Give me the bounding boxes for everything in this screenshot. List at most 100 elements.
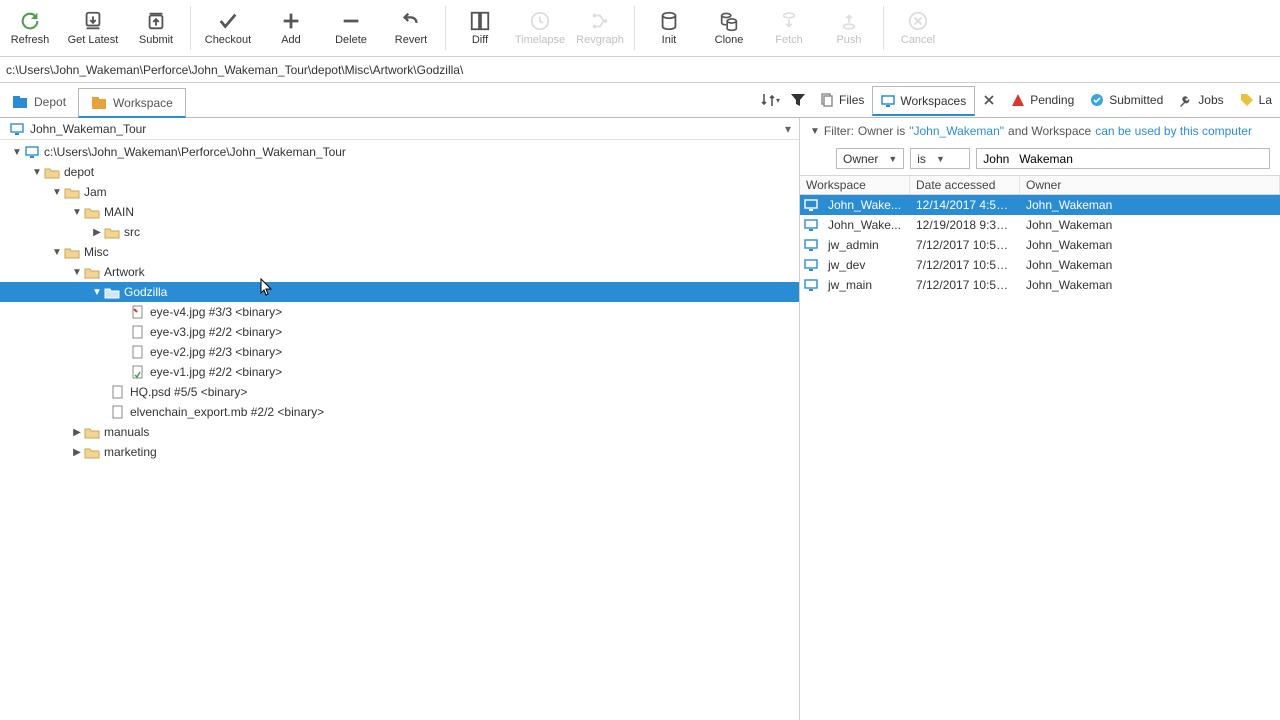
cell-owner: John_Wakeman <box>1020 196 1280 214</box>
table-row[interactable]: John_Wake...12/19/2018 9:30 ...John_Wake… <box>800 215 1280 235</box>
tree-manuals[interactable]: ▶ manuals <box>0 422 799 442</box>
collapse-icon[interactable]: ▼ <box>30 167 44 178</box>
tree-file-label: eye-v2.jpg #2/3 <binary> <box>150 345 282 359</box>
tree-file[interactable]: eye-v1.jpg #2/2 <binary> <box>0 362 799 382</box>
chevron-down-icon: ▼ <box>936 154 945 164</box>
filter-value-input[interactable] <box>976 148 1270 169</box>
push-icon <box>838 10 860 32</box>
tab-submitted[interactable]: Submitted <box>1082 85 1171 115</box>
table-row[interactable]: jw_dev7/12/2017 10:58 ...John_Wakeman <box>800 255 1280 275</box>
tree-godzilla-label: Godzilla <box>124 285 167 299</box>
workspace-header[interactable]: John_Wakeman_Tour ▾ <box>0 118 799 140</box>
tree-file[interactable]: eye-v2.jpg #2/3 <binary> <box>0 342 799 362</box>
clone-button[interactable]: Clone <box>699 2 759 54</box>
folder-open-icon <box>64 185 80 199</box>
table-row[interactable]: jw_main7/12/2017 10:58 ...John_Wakeman <box>800 275 1280 295</box>
clone-icon <box>718 10 740 32</box>
table-header: Workspace Date accessed Owner <box>800 175 1280 195</box>
upload-icon <box>145 10 167 32</box>
cell-date: 12/19/2018 9:30 ... <box>910 216 1020 234</box>
sort-button[interactable]: ▾ <box>756 86 784 114</box>
expand-icon[interactable]: ▶ <box>90 227 104 238</box>
checkout-button[interactable]: Checkout <box>195 2 261 54</box>
collapse-icon[interactable]: ▼ <box>70 267 84 278</box>
tab-depot[interactable]: Depot <box>0 87 78 117</box>
funnel-icon <box>790 92 806 108</box>
undo-icon <box>400 10 422 32</box>
delete-button[interactable]: Delete <box>321 2 381 54</box>
monitor-icon <box>10 123 24 135</box>
tab-labels[interactable]: La <box>1232 85 1280 115</box>
monitor-icon <box>800 259 822 271</box>
cancel-label: Cancel <box>901 34 935 46</box>
collapse-icon[interactable]: ▼ <box>50 187 64 198</box>
expand-icon[interactable]: ▶ <box>70 427 84 438</box>
filter-button[interactable] <box>784 86 812 114</box>
tree-main[interactable]: ▼ MAIN <box>0 202 799 222</box>
collapse-icon[interactable]: ▼ <box>90 287 104 298</box>
table-row[interactable]: jw_admin7/12/2017 10:58 ...John_Wakeman <box>800 235 1280 255</box>
cell-owner: John_Wakeman <box>1020 276 1280 294</box>
expand-icon[interactable]: ▶ <box>70 447 84 458</box>
plus-icon <box>280 10 302 32</box>
tree-file[interactable]: HQ.psd #5/5 <binary> <box>0 382 799 402</box>
refresh-label: Refresh <box>11 34 50 46</box>
tab-workspaces[interactable]: Workspaces <box>872 86 975 116</box>
tree-file[interactable]: elvenchain_export.mb #2/2 <binary> <box>0 402 799 422</box>
col-workspace[interactable]: Workspace <box>800 176 910 194</box>
filter-op-combo[interactable]: is▼ <box>910 148 970 169</box>
refresh-button[interactable]: Refresh <box>0 2 60 54</box>
tab-files[interactable]: Files <box>812 85 872 115</box>
cell-owner: John_Wakeman <box>1020 236 1280 254</box>
tree-file-label: HQ.psd #5/5 <binary> <box>130 385 247 399</box>
filter-field-combo[interactable]: Owner▼ <box>836 148 904 169</box>
revert-button[interactable]: Revert <box>381 2 441 54</box>
wrench-icon <box>1179 93 1193 107</box>
tab-workspace[interactable]: Workspace <box>78 88 186 118</box>
tree-file[interactable]: eye-v4.jpg #3/3 <binary> <box>0 302 799 322</box>
collapse-icon[interactable]: ▼ <box>10 147 24 158</box>
tree-godzilla[interactable]: ▼ Godzilla <box>0 282 799 302</box>
chevron-down-icon: ▼ <box>888 154 897 164</box>
tree-src[interactable]: ▶ src <box>0 222 799 242</box>
tree-misc[interactable]: ▼ Misc <box>0 242 799 262</box>
table-row[interactable]: John_Wake...12/14/2017 4:54 ...John_Wake… <box>800 195 1280 215</box>
tab-pending[interactable]: Pending <box>1003 85 1082 115</box>
filter-text: and Workspace <box>1008 124 1091 138</box>
init-button[interactable]: Init <box>639 2 699 54</box>
diff-icon <box>469 10 491 32</box>
get-latest-button[interactable]: Get Latest <box>60 2 126 54</box>
tree-root[interactable]: ▼ c:\Users\John_Wakeman\Perforce\John_Wa… <box>0 142 799 162</box>
path-input[interactable] <box>6 63 1274 77</box>
chevron-down-icon: ▾ <box>785 122 791 136</box>
main-toolbar: Refresh Get Latest Submit Checkout <box>0 0 1280 57</box>
tree-marketing[interactable]: ▶ marketing <box>0 442 799 462</box>
tab-jobs[interactable]: Jobs <box>1171 85 1231 115</box>
tree-file-label: eye-v3.jpg #2/2 <binary> <box>150 325 282 339</box>
collapse-icon[interactable]: ▼ <box>70 207 84 218</box>
tab-files-label: Files <box>839 93 864 107</box>
monitor-icon <box>800 219 822 231</box>
file-edit-icon <box>130 305 146 319</box>
add-button[interactable]: Add <box>261 2 321 54</box>
diff-button[interactable]: Diff <box>450 2 510 54</box>
close-tab-button[interactable] <box>975 86 1003 114</box>
col-owner[interactable]: Owner <box>1020 176 1280 194</box>
collapse-icon[interactable]: ▼ <box>50 247 64 258</box>
database-icon <box>658 10 680 32</box>
filter-controls: Owner▼ is▼ <box>800 144 1280 175</box>
add-label: Add <box>281 34 301 46</box>
tree-depot-label: depot <box>64 165 94 179</box>
filter-toggle-icon[interactable]: ▼ <box>810 126 820 137</box>
refresh-icon <box>19 10 41 32</box>
submit-button[interactable]: Submit <box>126 2 186 54</box>
tree-file[interactable]: eye-v3.jpg #2/2 <binary> <box>0 322 799 342</box>
col-date[interactable]: Date accessed <box>910 176 1020 194</box>
tree-jam[interactable]: ▼ Jam <box>0 182 799 202</box>
submit-label: Submit <box>139 34 173 46</box>
tree-depot[interactable]: ▼ depot <box>0 162 799 182</box>
tree-jam-label: Jam <box>84 185 107 199</box>
tree-artwork[interactable]: ▼ Artwork <box>0 262 799 282</box>
cell-workspace: John_Wake... <box>822 196 910 214</box>
download-icon <box>82 10 104 32</box>
